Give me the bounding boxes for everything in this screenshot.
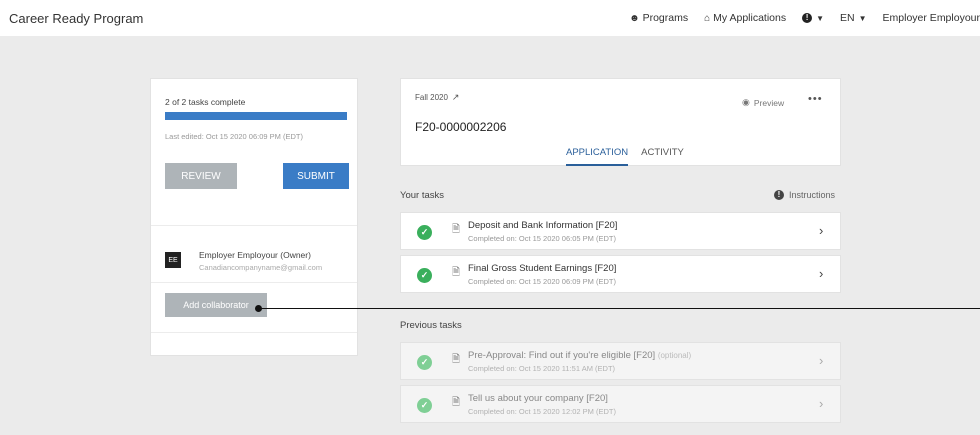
task-count: 2 of 2 tasks complete [165, 97, 246, 107]
divider [151, 332, 357, 333]
term-link[interactable]: Fall 2020 ↗ [415, 92, 459, 103]
external-link-icon: ↗ [451, 92, 460, 102]
document-icon: 🗎 [452, 224, 461, 235]
preview-button[interactable]: ◉ Preview [742, 97, 784, 108]
task-title-text: Pre-Approval: Find out if you're eligibl… [468, 350, 656, 361]
application-header-card: Fall 2020 ↗ F20-0000002206 ◉ Preview •••… [400, 78, 841, 166]
chevron-down-icon: ▼ [858, 13, 867, 23]
brand-title[interactable]: Career Ready Program [9, 11, 143, 26]
document-icon: 🗎 [452, 397, 461, 408]
task-row[interactable]: ✓ 🗎 Pre-Approval: Find out if you're eli… [400, 342, 841, 380]
avatar: EE [165, 252, 181, 268]
task-title: Final Gross Student Earnings [F20] [468, 263, 617, 274]
check-circle-icon: ✓ [417, 355, 432, 370]
tab-activity[interactable]: ACTIVITY [641, 147, 684, 166]
task-row[interactable]: ✓ 🗎 Tell us about your company [F20] Com… [400, 385, 841, 423]
add-collaborator-button[interactable]: Add collaborator [165, 293, 267, 317]
nav-my-applications[interactable]: ⌂ My Applications [704, 12, 786, 24]
home-icon: ⌂ [704, 12, 711, 24]
term-label: Fall 2020 [415, 93, 448, 102]
language-label: EN [840, 12, 855, 24]
info-icon: ! [802, 13, 813, 23]
help-menu[interactable]: ! ▼ [802, 13, 824, 23]
top-nav: ☻ Programs ⌂ My Applications ! ▼ EN ▼ Em… [613, 12, 980, 24]
check-circle-icon: ✓ [417, 398, 432, 413]
task-title: Pre-Approval: Find out if you're eligibl… [468, 350, 691, 361]
chevron-right-icon: › [819, 223, 824, 238]
user-menu[interactable]: Employer Employour [883, 12, 980, 24]
nav-programs[interactable]: ☻ Programs [629, 12, 688, 24]
tab-application[interactable]: APPLICATION [566, 147, 629, 166]
chevron-down-icon: ▼ [816, 13, 825, 23]
summary-card: 2 of 2 tasks complete Last edited: Oct 1… [150, 78, 358, 356]
task-row[interactable]: ✓ 🗎 Deposit and Bank Information [F20] C… [400, 212, 841, 250]
chevron-right-icon: › [819, 266, 824, 281]
nav-my-applications-label: My Applications [713, 12, 787, 24]
preview-label: Preview [753, 97, 785, 108]
application-id: F20-0000002206 [415, 120, 507, 134]
user-name: Employer Employour [882, 12, 980, 24]
review-button[interactable]: REVIEW [165, 163, 237, 189]
task-completed-date: Completed on: Oct 15 2020 11:51 AM (EDT) [468, 364, 616, 373]
chevron-right-icon: › [819, 396, 824, 411]
task-title: Deposit and Bank Information [F20] [468, 220, 618, 231]
check-circle-icon: ✓ [417, 225, 432, 240]
eye-icon: ◉ [742, 97, 750, 107]
document-icon: 🗎 [452, 354, 461, 365]
callout-dot [255, 305, 262, 312]
people-icon: ☻ [629, 12, 640, 24]
document-icon: 🗎 [452, 267, 461, 278]
owner-name: Employer Employour (Owner) [199, 250, 311, 260]
check-circle-icon: ✓ [417, 268, 432, 283]
instructions-label: Instructions [789, 190, 836, 200]
more-menu-button[interactable]: ••• [808, 93, 823, 105]
divider [151, 282, 357, 283]
owner-email: Canadiancompanyname@gmail.com [199, 263, 323, 272]
task-completed-date: Completed on: Oct 15 2020 12:02 PM (EDT) [468, 407, 616, 416]
nav-programs-label: Programs [642, 12, 689, 24]
task-title: Tell us about your company [F20] [468, 393, 608, 404]
info-icon: ! [774, 190, 784, 200]
application-tabs: APPLICATION ACTIVITY [566, 147, 697, 166]
language-menu[interactable]: EN ▼ [840, 12, 867, 24]
divider [151, 225, 357, 226]
task-completed-date: Completed on: Oct 15 2020 06:05 PM (EDT) [468, 234, 616, 243]
instructions-link[interactable]: ! Instructions [774, 190, 835, 200]
previous-tasks-heading: Previous tasks [400, 320, 462, 331]
callout-line [258, 308, 980, 309]
task-completed-date: Completed on: Oct 15 2020 06:09 PM (EDT) [468, 277, 616, 286]
optional-tag: (optional) [657, 351, 692, 360]
top-bar: Career Ready Program ☻ Programs ⌂ My App… [0, 0, 980, 36]
progress-bar [165, 112, 347, 120]
progress-fill [165, 112, 347, 120]
submit-button[interactable]: SUBMIT [283, 163, 349, 189]
chevron-right-icon: › [819, 353, 824, 368]
task-row[interactable]: ✓ 🗎 Final Gross Student Earnings [F20] C… [400, 255, 841, 293]
last-edited: Last edited: Oct 15 2020 06:09 PM (EDT) [165, 132, 303, 141]
your-tasks-heading: Your tasks [400, 190, 445, 201]
